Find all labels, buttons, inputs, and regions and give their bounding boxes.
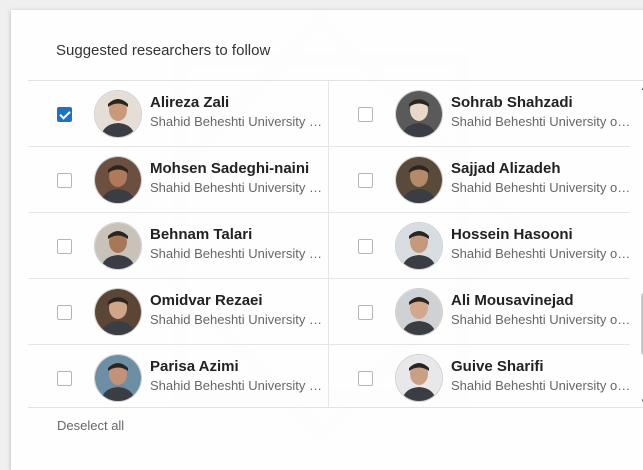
researcher-name[interactable]: Alireza Zali: [150, 94, 229, 111]
researcher-affiliation: Shahid Beheshti University of Medical Sc…: [451, 114, 633, 129]
follow-checkbox[interactable]: [57, 305, 72, 320]
researcher-affiliation: Shahid Beheshti University of Medical Sc…: [150, 312, 322, 327]
researcher-name[interactable]: Ali Mousavinejad: [451, 292, 574, 309]
researcher-affiliation: Shahid Beheshti University of Medical Sc…: [451, 378, 633, 393]
dialog-title: Suggested researchers to follow: [56, 42, 271, 59]
follow-checkbox[interactable]: [57, 173, 72, 188]
follow-checkbox[interactable]: [358, 371, 373, 386]
researcher-card[interactable]: Alireza Zali Shahid Beheshti University o…: [28, 81, 329, 147]
researcher-name[interactable]: Behnam Talari: [150, 226, 252, 243]
researcher-list[interactable]: Alireza Zali Shahid Beheshti University o…: [28, 80, 643, 408]
researcher-name[interactable]: Guive Sharifi: [451, 358, 544, 375]
follow-checkbox[interactable]: [57, 107, 72, 122]
researcher-card[interactable]: Mohsen Sadeghi-naini Shahid Beheshti Univ…: [28, 147, 329, 213]
researcher-card[interactable]: Behnam Talari Shahid Beheshti University …: [28, 213, 329, 279]
follow-checkbox[interactable]: [358, 305, 373, 320]
follow-checkbox[interactable]: [57, 239, 72, 254]
suggested-researchers-dialog: Suggested researchers to follow Alireza …: [11, 10, 643, 470]
avatar[interactable]: [94, 90, 142, 138]
researcher-card[interactable]: Omidvar Rezaei Shahid Beheshti University…: [28, 279, 329, 345]
researcher-name[interactable]: Sohrab Shahzadi: [451, 94, 573, 111]
researcher-card[interactable]: Hossein Hasooni Shahid Beheshti Universit…: [329, 213, 633, 279]
researcher-name[interactable]: Sajjad Alizadeh: [451, 160, 560, 177]
researcher-card[interactable]: Sajjad Alizadeh Shahid Beheshti Universit…: [329, 147, 633, 213]
avatar[interactable]: [94, 222, 142, 270]
researcher-name[interactable]: Omidvar Rezaei: [150, 292, 263, 309]
researcher-name[interactable]: Hossein Hasooni: [451, 226, 573, 243]
researcher-affiliation: Shahid Beheshti University of Medical Sc…: [451, 180, 633, 195]
researcher-grid: Alireza Zali Shahid Beheshti University o…: [28, 81, 643, 407]
researcher-affiliation: Shahid Beheshti University of Medical Sc…: [150, 246, 322, 261]
researcher-card[interactable]: Sohrab Shahzadi Shahid Beheshti Universit…: [329, 81, 633, 147]
avatar[interactable]: [395, 354, 443, 402]
avatar[interactable]: [94, 156, 142, 204]
researcher-card[interactable]: Ali Mousavinejad Shahid Beheshti Universi…: [329, 279, 633, 345]
researcher-affiliation: Shahid Beheshti University of Medical Sc…: [451, 312, 633, 327]
follow-checkbox[interactable]: [358, 173, 373, 188]
researcher-name[interactable]: Parisa Azimi: [150, 358, 239, 375]
researcher-affiliation: Shahid Beheshti University of Medical Sc…: [451, 246, 633, 261]
researcher-card[interactable]: Parisa Azimi Shahid Beheshti University o…: [28, 345, 329, 407]
deselect-all-button[interactable]: Deselect all: [57, 418, 124, 433]
researcher-name[interactable]: Mohsen Sadeghi-naini: [150, 160, 309, 177]
avatar[interactable]: [395, 222, 443, 270]
avatar[interactable]: [395, 90, 443, 138]
avatar[interactable]: [94, 354, 142, 402]
avatar[interactable]: [395, 156, 443, 204]
avatar[interactable]: [94, 288, 142, 336]
follow-checkbox[interactable]: [57, 371, 72, 386]
researcher-affiliation: Shahid Beheshti University of Medical Sc…: [150, 114, 322, 129]
follow-checkbox[interactable]: [358, 239, 373, 254]
follow-checkbox[interactable]: [358, 107, 373, 122]
researcher-affiliation: Shahid Beheshti University of Medical Sc…: [150, 180, 322, 195]
researcher-card[interactable]: Guive Sharifi Shahid Beheshti University …: [329, 345, 633, 407]
researcher-affiliation: Shahid Beheshti University of Medical Sc…: [150, 378, 322, 393]
avatar[interactable]: [395, 288, 443, 336]
